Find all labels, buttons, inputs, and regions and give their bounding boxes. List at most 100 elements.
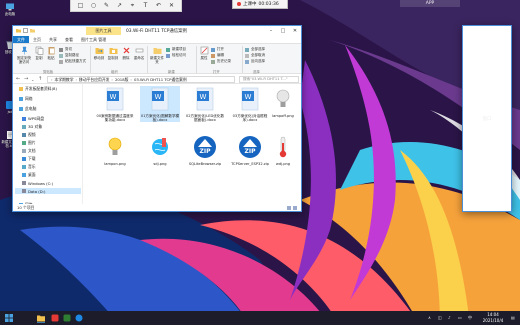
rename-icon [135,48,143,53]
notification-icon[interactable]: ▤ [511,315,515,320]
title-bar[interactable]: 图片工具 03.Wi-Fi DHT11 TCP通信案例 – □ ✕ [13,26,301,36]
file-item[interactable]: W 01方案优化(图解数学模板).docx [140,86,180,123]
nav-item-videos[interactable]: 视频 [22,132,36,138]
file-item[interactable]: lampoff.png [263,86,301,118]
breadcrumb-2[interactable]: 移动平台应用开发 [79,77,109,82]
nav-item-pictures[interactable]: 图片 [22,140,36,146]
copy-to-label: 复制到 [107,56,119,60]
arrow-icon[interactable]: ↗ [116,2,123,9]
window-tab[interactable]: 窗口 [462,25,512,212]
search-input[interactable]: 搜索"03.Wi-Fi DHT11 T..." [239,76,299,83]
app-taskbar-icon[interactable] [50,313,60,323]
back-icon[interactable]: ← [16,77,20,82]
circle-icon[interactable]: ○ [90,2,97,9]
up-icon[interactable]: ↑ [38,77,42,82]
properties-icon[interactable] [23,28,28,33]
group-open-label: 打开 [213,70,220,74]
nav-item-this-pc[interactable]: 此电脑 [19,106,36,112]
nav-item-3d[interactable]: 3D 对象 [22,124,42,130]
explorer-taskbar-icon[interactable] [36,313,46,323]
cut-button[interactable]: 剪切 [59,47,72,52]
tray-expand-icon[interactable]: ∧ [428,315,431,320]
volume-icon[interactable]: ♪ [448,315,451,320]
rename-button[interactable]: 重命名 [133,46,145,60]
select-none-button[interactable]: 全部取消 [245,53,265,58]
forward-icon[interactable]: → [24,77,28,82]
globe-icon [152,138,168,155]
tab-home[interactable]: 主页 [29,36,45,43]
new-item-button[interactable]: 新建项目 [166,47,186,52]
battery-icon[interactable]: ▭ [458,315,462,320]
pin-button[interactable]: 固定到快速访问 [16,46,32,64]
nav-item-d-drive[interactable]: Data (D:) [15,188,81,194]
square-icon[interactable]: □ [77,2,84,9]
nav-item-c-drive[interactable]: Windows (C:) [22,180,53,186]
paste-button[interactable]: 粘贴 [46,46,56,60]
tab-picture-tools[interactable]: 图片工具 管理 [77,36,110,43]
pen-icon[interactable]: ✎ [103,2,110,9]
open-button[interactable]: 打开 [211,47,224,52]
drive-icon [22,181,26,185]
text-icon[interactable]: T [142,2,149,9]
file-item[interactable]: wdj.png [263,134,301,166]
new-folder-icon[interactable] [30,28,35,33]
tab-view[interactable]: 查看 [61,36,77,43]
nav-item-network[interactable]: 网络 [19,96,33,102]
nav-item-wps[interactable]: WPS网盘 [22,116,44,122]
nav-item-music[interactable]: 音乐 [22,164,36,170]
breadcrumb-1[interactable]: 本学期教学 [55,77,74,82]
network-icon [19,97,23,101]
file-item[interactable]: W 02方案优化(LED优化数据面板).docx [185,86,225,122]
close-icon[interactable]: ✕ [168,2,175,9]
close-icon[interactable]: ✕ [289,26,301,35]
tab-share[interactable]: 共享 [45,36,61,43]
breadcrumb-4[interactable]: 03.Wi-Fi DHT11 TCP通信案例 [134,77,187,82]
tab-file[interactable]: 文件 [13,36,29,43]
file-item[interactable]: ZIP SQLiteBrowser.zip [185,134,225,166]
windows-start-icon[interactable] [4,313,14,323]
history-button[interactable]: 历史记录 [211,59,231,64]
delete-button[interactable]: 删除 [121,46,131,60]
app-taskbar-icon[interactable] [62,313,72,323]
input-language[interactable]: 中 [468,315,472,321]
app-tab[interactable]: APP [400,0,460,7]
recording-indicator[interactable]: 上课中 00:03:36 [232,0,288,9]
nav-label: 音乐 [28,164,36,169]
easy-access-button[interactable]: 轻松访问 [166,53,186,58]
nav-item-downloads[interactable]: 下载 [22,156,36,162]
folder-icon [16,29,21,33]
desktop-icon-this-pc[interactable]: 此电脑 [0,2,20,16]
maximize-icon[interactable]: □ [277,26,289,35]
copy-to-button[interactable]: 复制到 [107,46,119,60]
nav-item-documents[interactable]: 文档 [22,148,36,154]
details-view-icon[interactable] [287,206,291,210]
properties-button[interactable]: 属性 [199,46,209,60]
select-none-label: 全部取消 [251,53,265,57]
recent-icon[interactable]: ⌄ [31,77,34,82]
invert-selection-button[interactable]: 反向选择 [245,59,265,64]
pin-icon[interactable]: ⌖ [129,2,136,9]
file-item[interactable]: sdj.png [140,134,180,166]
search-placeholder: 搜索"03.Wi-Fi DHT11 T..." [243,77,288,81]
paste-shortcut-button[interactable]: 粘贴快捷方式 [59,59,86,64]
clock[interactable]: 14:04 2021/10/4 [480,312,506,323]
minimize-icon[interactable]: – [265,26,277,35]
copy-path-button[interactable]: 复制路径 [59,53,79,58]
undo-icon[interactable]: ↶ [155,2,162,9]
network-tray-icon[interactable]: ◫ [438,315,442,320]
move-to-button[interactable]: 移动到 [93,46,105,60]
new-item-label: 新建项目 [172,47,186,51]
app-taskbar-icon[interactable] [74,313,84,323]
address-bar[interactable]: › 本学期教学 › 移动平台应用开发 › 2018版 › 03.Wi-Fi DH… [47,76,235,83]
nav-item-devkit[interactable]: 开发板配套资料(8) [19,86,57,92]
edit-button[interactable]: 编辑 [211,53,224,58]
file-item[interactable]: lampon.png [95,134,135,166]
breadcrumb-3[interactable]: 2018版 [115,77,128,82]
file-item[interactable]: W 00案例数据通过温度采集功能.docx [95,86,135,122]
nav-item-desktop[interactable]: 桌面 [22,172,36,178]
copy-button[interactable]: 复制 [34,46,44,60]
new-folder-button[interactable]: 新建文件夹 [150,46,164,64]
large-icons-view-icon[interactable] [293,206,297,210]
select-all-button[interactable]: 全部选择 [245,47,265,52]
word-icon: W [151,87,169,111]
